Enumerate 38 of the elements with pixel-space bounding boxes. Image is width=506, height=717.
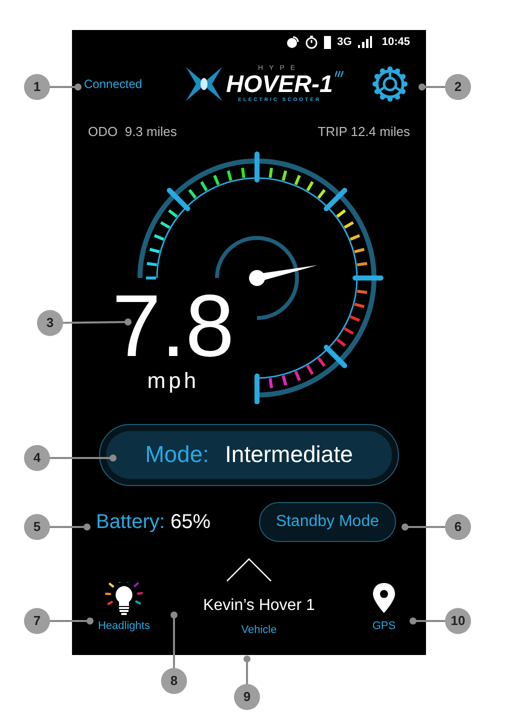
trip-reading: TRIP 12.4 miles [318, 123, 410, 141]
vehicle-name: Kevin’s Hover 1 [203, 596, 315, 616]
logo-stripes-icon [334, 71, 344, 77]
nav-label: GPS [372, 618, 396, 634]
battery-level: Battery: 65% [96, 510, 211, 534]
battery-icon [324, 36, 332, 48]
map-pin-icon [372, 582, 396, 614]
callout-number: 1 [24, 74, 50, 100]
signal-icon [358, 36, 372, 48]
callout-number: 9 [234, 684, 260, 710]
odometer-reading: ODO 9.3 miles [88, 123, 177, 141]
callout-number: 10 [445, 608, 471, 634]
timer-icon [305, 35, 318, 49]
nav-label: Headlights [98, 618, 150, 634]
standby-mode-button[interactable]: Standby Mode [258, 502, 396, 542]
logo-mark-icon [184, 65, 224, 103]
headlights-button[interactable]: Headlights [84, 582, 164, 634]
callout-number: 5 [24, 514, 50, 540]
network-type: 3G [337, 34, 352, 50]
lightbulb-icon [104, 582, 144, 618]
vehicle-button[interactable]: Kevin’s Hover 1 Vehicle [203, 582, 315, 638]
speed-value: 7.8 [112, 284, 234, 368]
gps-button[interactable]: GPS [354, 582, 414, 634]
connection-status: Connected [84, 76, 144, 93]
status-time: 10:45 [382, 34, 410, 50]
callout-number: 6 [445, 514, 471, 540]
settings-icon[interactable] [370, 64, 410, 104]
nav-label: Vehicle [241, 622, 277, 638]
logo-wordmark: HOVER-1 [226, 72, 333, 98]
callout-number: 7 [24, 608, 50, 634]
callout-number: 2 [445, 74, 471, 100]
chevron-up-icon[interactable] [226, 558, 272, 582]
callout-number: 8 [161, 668, 187, 694]
callout-number: 3 [37, 310, 63, 336]
mode-button[interactable]: Mode: Intermediate [99, 424, 399, 486]
satellite-icon [286, 36, 300, 48]
speed-unit: mph [147, 368, 200, 394]
callout-number: 4 [24, 445, 50, 471]
